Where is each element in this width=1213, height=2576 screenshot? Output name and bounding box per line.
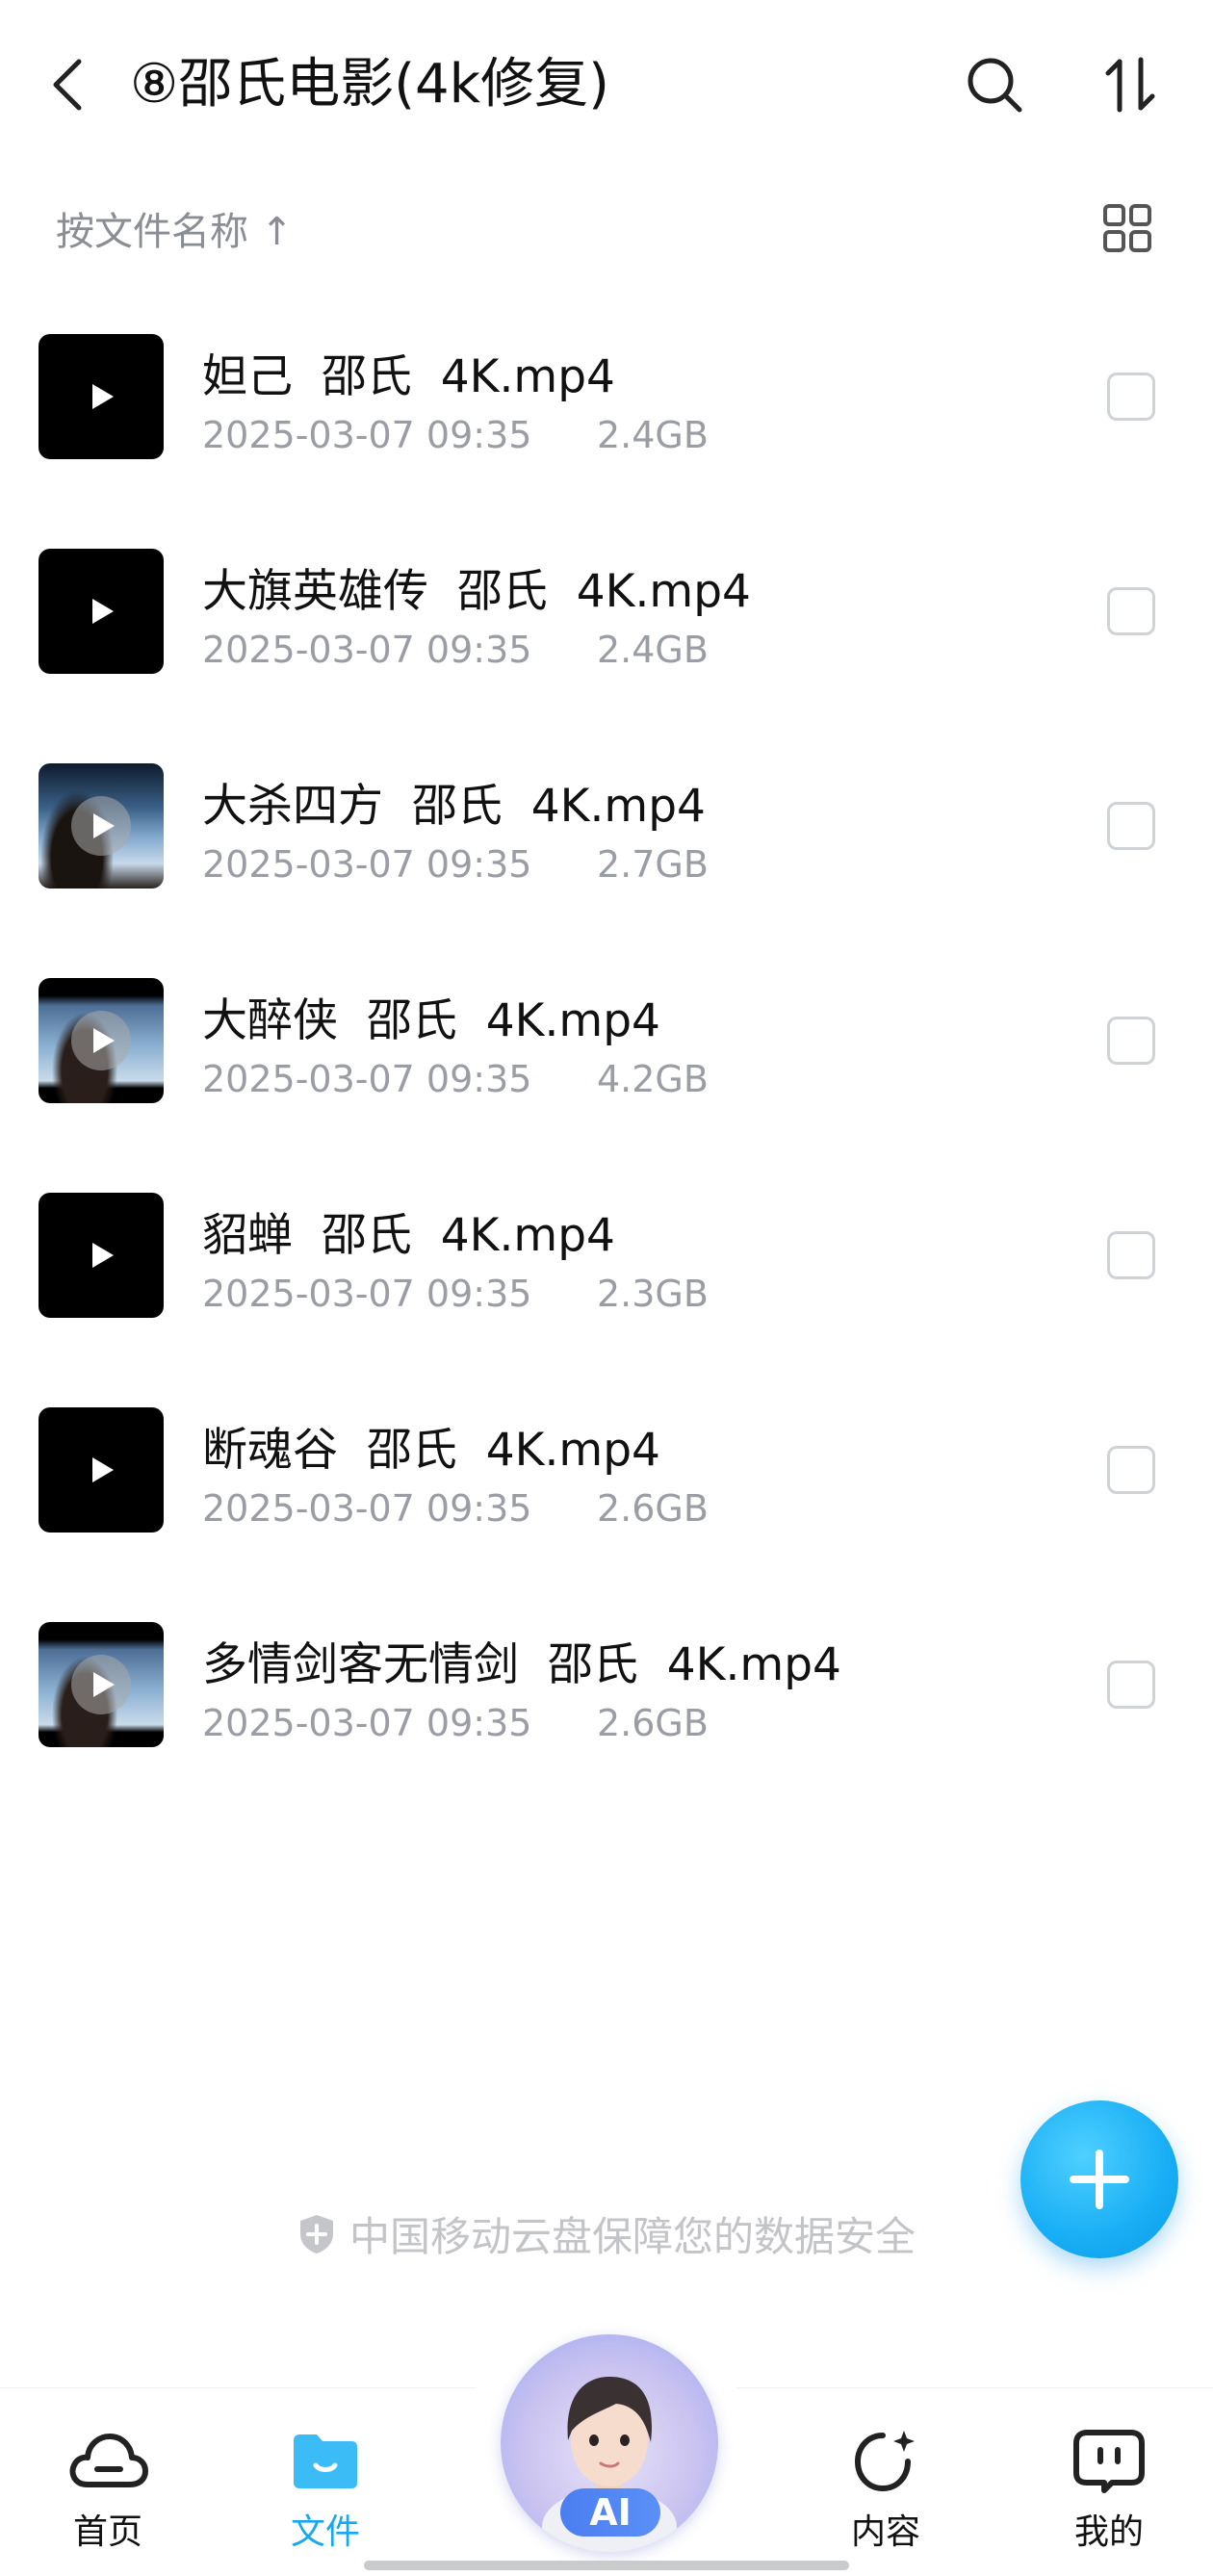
- plus-icon: [1070, 2150, 1129, 2209]
- file-date: 2025-03-07 09:35: [202, 414, 532, 456]
- file-name: 大醉侠 邵氏 4K.mp4: [202, 994, 660, 1047]
- grid-view-button[interactable]: [1099, 200, 1155, 256]
- file-row[interactable]: 多情剑客无情剑 邵氏 4K.mp4 2025-03-07 09:35 2.6GB: [0, 1577, 1213, 1791]
- ai-assistant-button[interactable]: AI: [501, 2334, 718, 2552]
- file-name: 大旗英雄传 邵氏 4K.mp4: [202, 565, 751, 618]
- select-checkbox[interactable]: [1107, 1017, 1155, 1065]
- nav-label-home: 首页: [72, 2512, 142, 2552]
- grid-view-icon: [1103, 204, 1151, 252]
- play-icon: [92, 1457, 114, 1482]
- nav-label-mine: 我的: [1073, 2512, 1144, 2552]
- back-button[interactable]: [39, 46, 96, 123]
- video-thumbnail: [39, 763, 164, 889]
- file-date: 2025-03-07 09:35: [202, 843, 532, 886]
- nav-item-files[interactable]: 文件: [239, 2427, 412, 2562]
- folder-icon: [294, 2434, 357, 2488]
- add-button[interactable]: [1020, 2100, 1178, 2258]
- file-name: 多情剑客无情剑 邵氏 4K.mp4: [202, 1638, 841, 1691]
- file-row[interactable]: 大杀四方 邵氏 4K.mp4 2025-03-07 09:35 2.7GB: [0, 718, 1213, 933]
- home-indicator: [364, 2561, 849, 2570]
- profile-face-icon: [1073, 2430, 1145, 2493]
- select-checkbox[interactable]: [1107, 1446, 1155, 1494]
- ai-badge-label: AI: [560, 2488, 660, 2537]
- file-row[interactable]: 大旗英雄传 邵氏 4K.mp4 2025-03-07 09:35 2.4GB: [0, 503, 1213, 718]
- shield-plus-icon: [299, 2214, 333, 2254]
- file-date: 2025-03-07 09:35: [202, 1702, 532, 1744]
- video-thumbnail: [39, 549, 164, 674]
- file-name: 貂蝉 邵氏 4K.mp4: [202, 1209, 615, 1262]
- play-icon: [92, 599, 114, 624]
- play-button-overlay: [71, 1655, 131, 1714]
- select-checkbox[interactable]: [1107, 802, 1155, 850]
- file-size: 2.6GB: [597, 1487, 709, 1530]
- nav-label-content: 内容: [850, 2512, 920, 2552]
- file-date: 2025-03-07 09:35: [202, 1058, 532, 1100]
- select-checkbox[interactable]: [1107, 373, 1155, 421]
- file-size: 2.6GB: [597, 1702, 709, 1744]
- video-thumbnail: [39, 1407, 164, 1533]
- search-icon: [968, 58, 1022, 113]
- video-thumbnail: [39, 1622, 164, 1747]
- page-title: ⑧邵氏电影(4k修复): [130, 53, 609, 116]
- play-icon: [93, 813, 115, 838]
- file-date: 2025-03-07 09:35: [202, 1273, 532, 1315]
- play-button-overlay: [71, 796, 131, 856]
- file-row[interactable]: 貂蝉 邵氏 4K.mp4 2025-03-07 09:35 2.3GB: [0, 1147, 1213, 1362]
- play-icon: [92, 384, 114, 409]
- cloud-icon: [69, 2434, 148, 2487]
- file-list-page: ⑧邵氏电影(4k修复) 按文件名称 ↑ 妲己 邵氏 4K.mp4 2025-03…: [0, 0, 1213, 2576]
- file-size: 4.2GB: [597, 1058, 709, 1100]
- nav-label-files: 文件: [290, 2512, 360, 2552]
- video-thumbnail: [39, 334, 164, 459]
- search-button[interactable]: [958, 48, 1031, 121]
- file-date: 2025-03-07 09:35: [202, 1487, 532, 1530]
- file-row[interactable]: 大醉侠 邵氏 4K.mp4 2025-03-07 09:35 4.2GB: [0, 933, 1213, 1147]
- file-row[interactable]: 妲己 邵氏 4K.mp4 2025-03-07 09:35 2.4GB: [0, 289, 1213, 503]
- nav-item-home[interactable]: 首页: [21, 2427, 194, 2562]
- select-checkbox[interactable]: [1107, 587, 1155, 635]
- top-app-bar: ⑧邵氏电影(4k修复): [0, 0, 1213, 173]
- play-button-overlay: [71, 1011, 131, 1070]
- nav-item-mine[interactable]: 我的: [1022, 2427, 1196, 2562]
- file-name: 妲己 邵氏 4K.mp4: [202, 350, 615, 403]
- sort-bar: 按文件名称 ↑: [0, 183, 1213, 270]
- file-name: 断魂谷 邵氏 4K.mp4: [202, 1424, 660, 1477]
- chevron-left-icon: [53, 59, 82, 111]
- sort-button[interactable]: [1093, 48, 1166, 121]
- select-checkbox[interactable]: [1107, 1231, 1155, 1279]
- sort-order-label[interactable]: 按文件名称 ↑: [56, 200, 293, 256]
- refresh-sparkle-icon: [854, 2431, 915, 2492]
- select-checkbox[interactable]: [1107, 1661, 1155, 1709]
- play-icon: [93, 1028, 115, 1053]
- file-name: 大杀四方 邵氏 4K.mp4: [202, 780, 706, 833]
- sort-arrows-icon: [1105, 57, 1155, 113]
- video-thumbnail: [39, 1193, 164, 1318]
- video-thumbnail: [39, 978, 164, 1103]
- nav-item-content[interactable]: 内容: [799, 2427, 972, 2562]
- file-size: 2.4GB: [597, 414, 709, 456]
- file-size: 2.7GB: [597, 843, 709, 886]
- file-size: 2.4GB: [597, 629, 709, 671]
- file-row[interactable]: 断魂谷 邵氏 4K.mp4 2025-03-07 09:35 2.6GB: [0, 1362, 1213, 1577]
- file-size: 2.3GB: [597, 1273, 709, 1315]
- security-notice-text: 中国移动云盘保障您的数据安全: [348, 2213, 916, 2260]
- play-icon: [92, 1243, 114, 1268]
- play-icon: [93, 1672, 115, 1697]
- file-date: 2025-03-07 09:35: [202, 629, 532, 671]
